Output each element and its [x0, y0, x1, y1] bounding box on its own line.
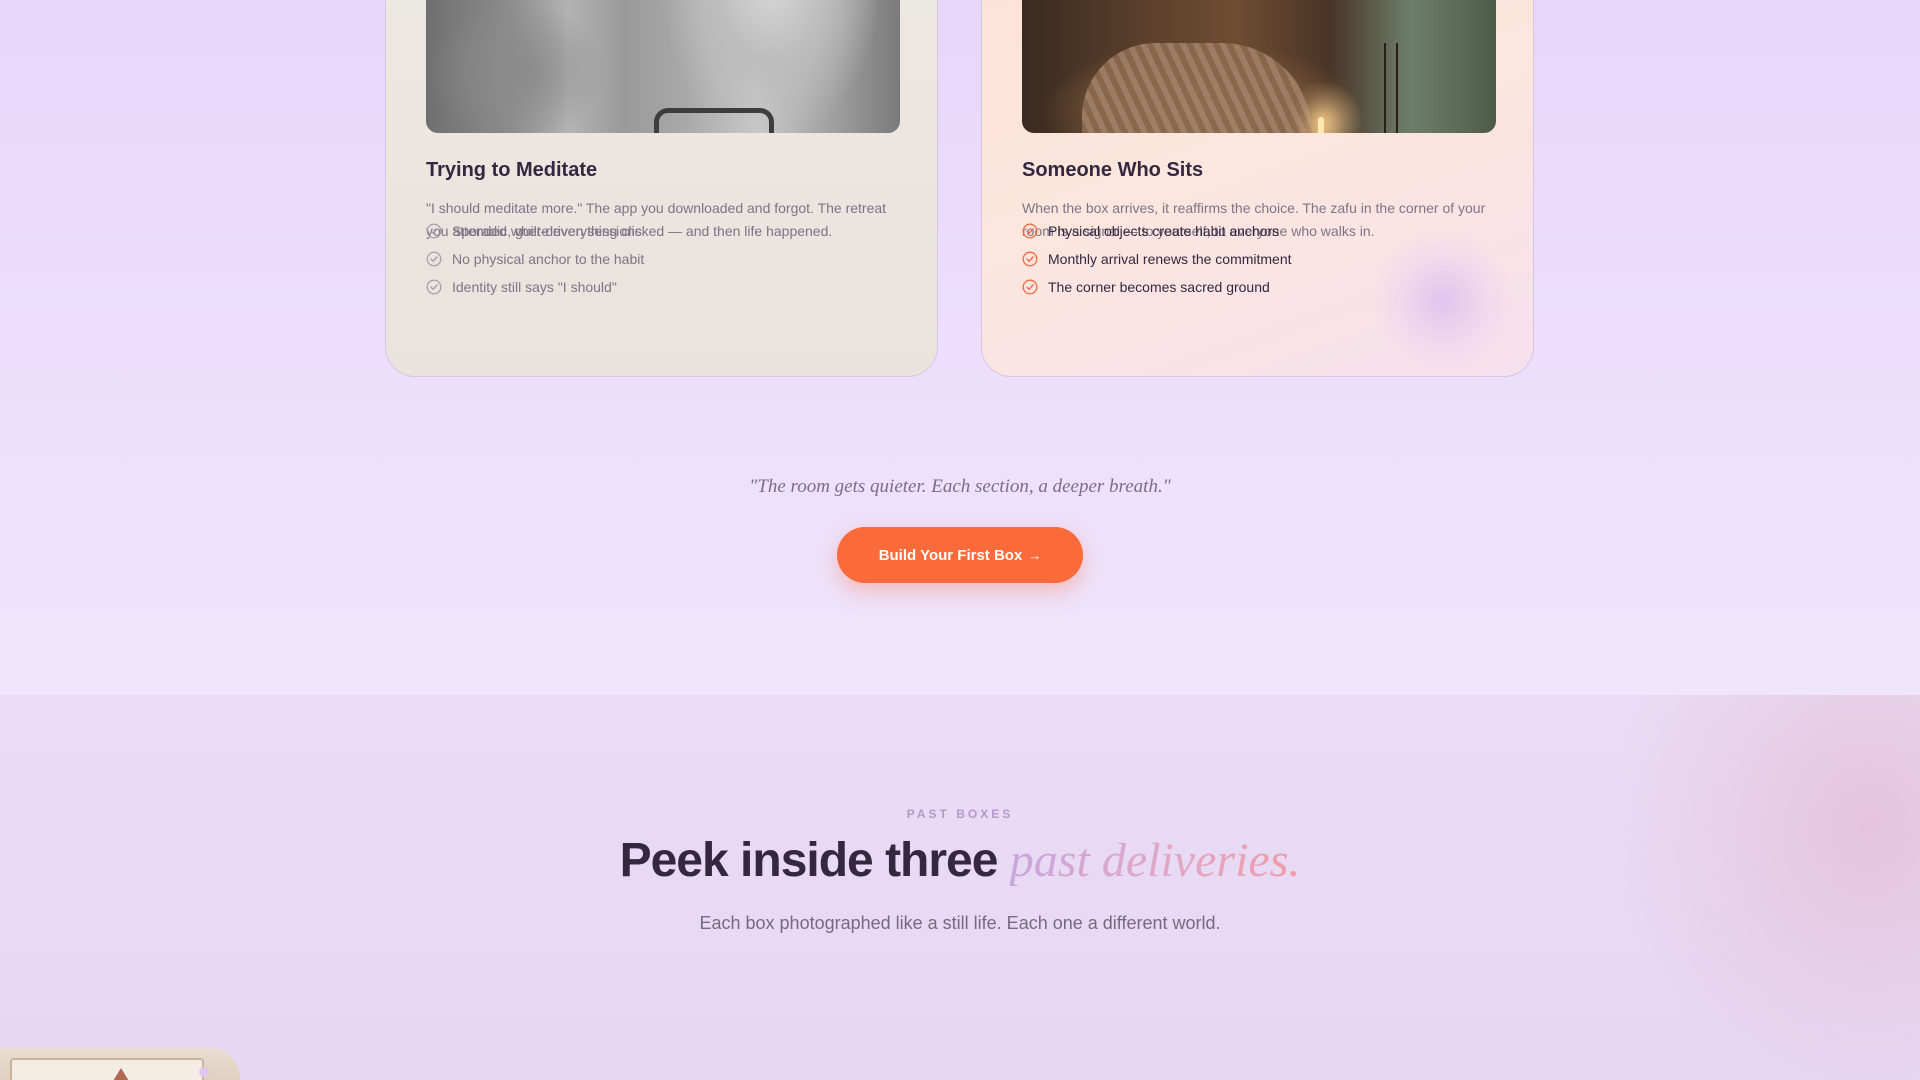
check-circle-icon — [426, 279, 442, 295]
list-item-label: Physical objects create habit anchors — [1048, 223, 1280, 239]
list-item: Monthly arrival renews the commitment — [1022, 249, 1292, 269]
list-item: Sporadic, guilt-driven sessions — [426, 221, 642, 241]
image-detail — [1396, 43, 1398, 133]
section-subheading: Each box photographed like a still life.… — [699, 913, 1221, 933]
list-item: The corner becomes sacred ground — [1022, 277, 1270, 297]
build-box-button-label: Build Your First Box — [878, 546, 1023, 564]
list-item: Identity still says "I should" — [426, 277, 617, 297]
list-item: Physical objects create habit anchors — [1022, 221, 1279, 241]
list-item: No physical anchor to the habit — [426, 249, 644, 269]
check-circle-icon — [426, 251, 442, 267]
card-trying-to-meditate: Trying to Meditate "I should meditate mo… — [385, 0, 938, 377]
check-circle-icon — [426, 223, 442, 239]
image-detail — [1082, 43, 1312, 133]
list-item-label: Identity still says "I should" — [452, 279, 617, 295]
image-detail — [1318, 117, 1324, 133]
section-heading: Peek inside three past deliveries. — [0, 833, 1920, 888]
arrow-right-icon: → — [1028, 547, 1042, 563]
carousel-dot — [199, 1067, 209, 1077]
card-image-meditation-corner — [1022, 0, 1496, 133]
past-boxes-section: PAST BOXES Peek inside three past delive… — [0, 695, 1920, 1080]
card-title: Someone Who Sits — [1022, 159, 1204, 181]
image-detail — [654, 108, 774, 133]
heading-accent: past deliveries. — [1009, 834, 1301, 887]
card-image-meditating-person — [426, 0, 900, 133]
card-someone-who-sits: Someone Who Sits When the box arrives, i… — [981, 0, 1534, 377]
decorative-glow — [1373, 231, 1513, 371]
check-circle-icon — [1022, 251, 1038, 267]
card-title: Trying to Meditate — [426, 159, 598, 181]
check-circle-icon — [1022, 223, 1038, 239]
box-image — [10, 1058, 204, 1080]
list-item-label: Monthly arrival renews the commitment — [1048, 251, 1292, 267]
past-box-card[interactable] — [0, 1048, 240, 1080]
build-box-button[interactable]: Build Your First Box → — [837, 527, 1083, 583]
heading-main: Peek inside three — [619, 834, 999, 887]
comparison-section: Trying to Meditate "I should meditate mo… — [0, 0, 1920, 695]
check-circle-icon — [1022, 279, 1038, 295]
list-item-label: No physical anchor to the habit — [452, 251, 645, 267]
list-item-label: The corner becomes sacred ground — [1048, 279, 1270, 295]
section-eyebrow: PAST BOXES — [906, 807, 1014, 821]
list-item-label: Sporadic, guilt-driven sessions — [452, 223, 642, 239]
leaf-icon — [110, 1068, 132, 1080]
image-detail — [1384, 43, 1386, 133]
section-quote: "The room gets quieter. Each section, a … — [749, 476, 1171, 497]
